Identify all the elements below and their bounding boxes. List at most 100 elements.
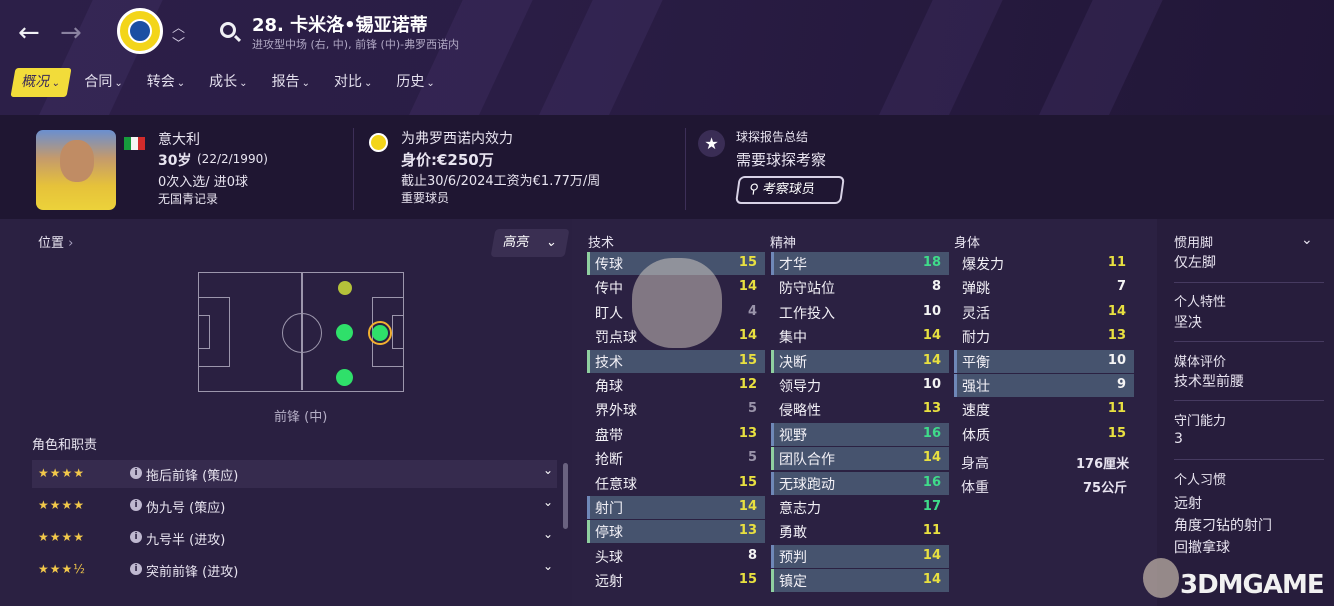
- attribute-row[interactable]: 抢断 5: [587, 447, 765, 470]
- attribute-row[interactable]: 预判 14: [771, 544, 949, 568]
- attribute-row[interactable]: 角球 12: [587, 374, 765, 397]
- attribute-row[interactable]: 视野 16: [771, 422, 949, 446]
- attribute-name: 界外球: [595, 403, 637, 420]
- attribute-name: 团队合作: [779, 452, 835, 469]
- technical-title: 技术: [588, 236, 615, 251]
- role-row[interactable]: ★★★★ i 伪九号 (策应) ⌄: [32, 492, 557, 520]
- habit-item: 回撤拿球: [1174, 540, 1230, 556]
- tab-compare[interactable]: 对比 ⌄: [325, 68, 381, 97]
- attribute-row[interactable]: 勇敢 11: [771, 520, 949, 543]
- attribute-value: 18: [922, 255, 941, 270]
- attribute-row[interactable]: 集中 14: [771, 325, 949, 348]
- info-icon[interactable]: i: [130, 531, 142, 543]
- attribute-name: 集中: [779, 330, 807, 347]
- tab-contract[interactable]: 合同 ⌄: [75, 68, 131, 97]
- attribute-row[interactable]: 速度 11: [954, 398, 1134, 421]
- italy-flag-icon: [124, 137, 145, 150]
- tab-overview[interactable]: 概况⌄: [10, 68, 72, 97]
- tab-reports[interactable]: 报告 ⌄: [263, 68, 319, 97]
- position-label[interactable]: 位置 ›: [38, 232, 73, 251]
- chevron-down-icon[interactable]: ⌄: [543, 559, 553, 573]
- tab-bar: 概况⌄ 合同 ⌄ 转会 ⌄ 成长 ⌄ 报告 ⌄ 对比 ⌄ 历史 ⌄: [10, 68, 450, 97]
- chevron-down-icon: ⌄: [426, 78, 435, 89]
- attribute-name: 镇定: [779, 574, 807, 591]
- position-dot-natural: [336, 369, 353, 386]
- attribute-name: 预判: [779, 549, 807, 566]
- attribute-row[interactable]: 工作投入 10: [771, 301, 949, 324]
- attribute-value: 16: [922, 425, 941, 441]
- tab-transfer[interactable]: 转会 ⌄: [138, 68, 194, 97]
- attribute-row[interactable]: 爆发力 11: [954, 252, 1134, 275]
- attribute-row[interactable]: 无球跑动 16: [771, 471, 949, 495]
- attribute-name: 射门: [595, 501, 623, 517]
- attribute-value: 14: [738, 279, 757, 295]
- role-row[interactable]: ★★★½ i 突前前锋 (进攻) ⌄: [32, 556, 557, 584]
- back-arrow-icon[interactable]: ←: [18, 18, 40, 48]
- highlight-dropdown[interactable]: 高亮 ⌄: [490, 229, 570, 257]
- chevron-down-icon[interactable]: ⌄: [1301, 232, 1313, 248]
- attribute-name: 盘带: [595, 427, 623, 444]
- attribute-value: 15: [738, 255, 757, 270]
- attribute-value: 15: [1107, 425, 1126, 441]
- preferred-foot-value: 仅左脚: [1174, 255, 1216, 271]
- chevron-down-icon[interactable]: ⌄: [543, 463, 553, 477]
- chevron-down-icon[interactable]: ⌄: [543, 495, 553, 509]
- next-player-icon[interactable]: ﹀: [172, 33, 185, 52]
- attribute-name: 工作投入: [779, 305, 835, 322]
- info-icon[interactable]: i: [130, 499, 142, 511]
- attribute-row[interactable]: 意志力 17: [771, 496, 949, 519]
- attribute-row[interactable]: 界外球 5: [587, 398, 765, 421]
- attribute-name: 任意球: [595, 476, 637, 493]
- tab-development[interactable]: 成长 ⌄: [200, 68, 256, 97]
- position-name: 前锋 (中): [274, 410, 328, 425]
- attribute-name: 体质: [962, 427, 990, 444]
- attribute-row[interactable]: 射门 14: [587, 496, 765, 519]
- attribute-row[interactable]: 才华 18: [771, 252, 949, 275]
- player-photo: [36, 130, 116, 210]
- attribute-row[interactable]: 侵略性 13: [771, 398, 949, 421]
- search-icon[interactable]: [220, 22, 236, 38]
- attribute-row[interactable]: 体质 15: [954, 423, 1134, 446]
- club-badge-icon[interactable]: [117, 8, 163, 54]
- watermark-logo-icon: [1143, 558, 1179, 598]
- trait-value: 坚决: [1174, 315, 1202, 331]
- attribute-name: 盯人: [595, 305, 623, 322]
- attribute-name: 耐力: [962, 330, 990, 347]
- info-icon[interactable]: i: [130, 563, 142, 575]
- attribute-value: 17: [922, 499, 941, 514]
- attribute-row[interactable]: 耐力 13: [954, 325, 1134, 348]
- attribute-row[interactable]: 头球 8: [587, 545, 765, 568]
- attribute-row[interactable]: 灵活 14: [954, 301, 1134, 324]
- contract-info: 截止30/6/2024工资为€1.77万/周: [401, 174, 601, 189]
- attribute-row[interactable]: 停球 13: [587, 520, 765, 544]
- attribute-row[interactable]: 盘带 13: [587, 423, 765, 446]
- attribute-value: 11: [922, 523, 941, 539]
- attribute-row[interactable]: 强壮 9: [954, 374, 1134, 397]
- youth-record: 无国青记录: [158, 192, 219, 206]
- chevron-down-icon[interactable]: ⌄: [543, 527, 553, 541]
- tab-history[interactable]: 历史 ⌄: [387, 68, 443, 97]
- attribute-row[interactable]: 任意球 15: [587, 472, 765, 495]
- attribute-row[interactable]: 防守站位 8: [771, 276, 949, 299]
- forward-arrow-icon[interactable]: →: [60, 18, 82, 48]
- trait-title: 个人特性: [1174, 295, 1227, 310]
- attribute-row[interactable]: 领导力 10: [771, 374, 949, 397]
- attribute-value: 10: [922, 303, 941, 319]
- attribute-row[interactable]: 决断 14: [771, 349, 949, 373]
- attribute-row[interactable]: 技术 15: [587, 349, 765, 373]
- attribute-row[interactable]: 团队合作 14: [771, 447, 949, 471]
- info-icon[interactable]: i: [130, 467, 142, 479]
- attribute-row[interactable]: 镇定 14: [771, 569, 949, 593]
- attribute-value: 5: [747, 401, 757, 417]
- attribute-row[interactable]: 平衡 10: [954, 349, 1134, 373]
- role-row[interactable]: ★★★★ i 九号半 (进攻) ⌄: [32, 524, 557, 552]
- scout-player-button[interactable]: ⚲ 考察球员: [735, 176, 845, 204]
- attribute-value: 13: [738, 523, 757, 539]
- attribute-row[interactable]: 远射 15: [587, 569, 765, 592]
- attribute-value: 11: [1107, 255, 1126, 270]
- attribute-row[interactable]: 弹跳 7: [954, 276, 1134, 299]
- roles-scrollbar[interactable]: [563, 463, 568, 529]
- chevron-down-icon: ⌄: [239, 78, 248, 89]
- role-row[interactable]: ★★★★ i 拖后前锋 (策应) ⌄: [32, 460, 557, 488]
- role-name: 拖后前锋 (策应): [146, 469, 239, 484]
